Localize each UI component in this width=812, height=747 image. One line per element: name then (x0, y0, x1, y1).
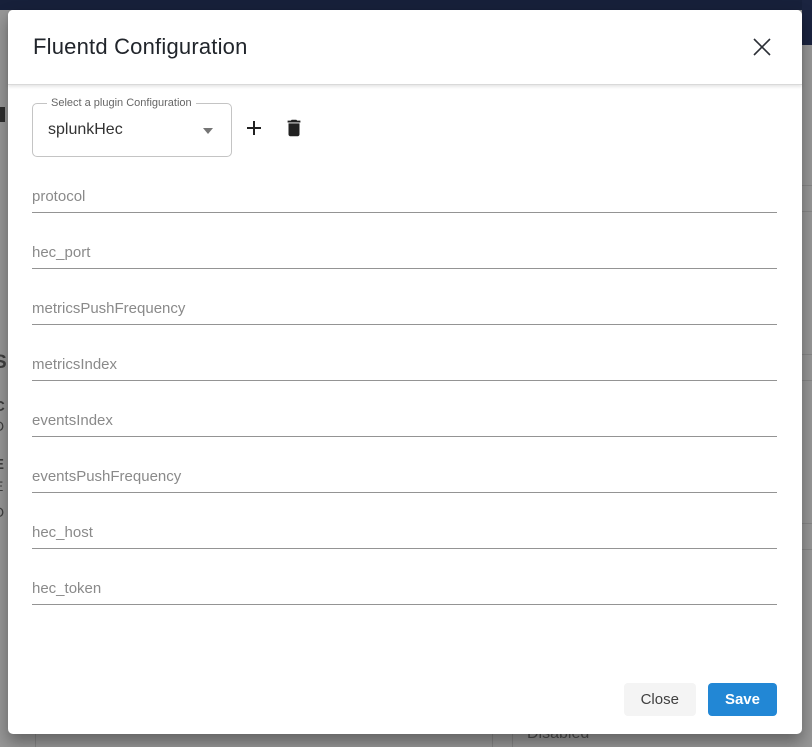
background-text-fragment: S (0, 352, 7, 374)
plugin-select-value: splunkHec (48, 104, 123, 156)
close-icon (751, 36, 773, 58)
background-right-edge (802, 0, 812, 747)
background-table-line (802, 380, 812, 381)
background-left-edge: S C D E E D (0, 10, 8, 747)
background-text-fragment: E (0, 456, 4, 473)
events-push-frequency-input[interactable] (32, 467, 777, 493)
background-app-header-corner (802, 0, 812, 45)
fluentd-configuration-modal: Fluentd Configuration Select a plugin Co… (8, 10, 802, 734)
trash-icon (283, 117, 305, 139)
field-metrics-push-frequency (32, 299, 777, 325)
field-events-push-frequency (32, 467, 777, 493)
field-hec-port (32, 243, 777, 269)
background-table-line (802, 211, 812, 212)
background-text-fragment: D (0, 504, 4, 520)
protocol-input[interactable] (32, 187, 777, 213)
background-table-border (512, 734, 513, 747)
delete-plugin-button[interactable] (278, 112, 310, 144)
background-status-text: Disabled (527, 734, 589, 743)
background-table-border (35, 734, 36, 747)
hec-token-input[interactable] (32, 579, 777, 605)
plugin-configuration-select[interactable]: Select a plugin Configuration splunkHec (32, 103, 232, 157)
background-table-line (802, 523, 812, 524)
field-hec-host (32, 523, 777, 549)
metrics-push-frequency-input[interactable] (32, 299, 777, 325)
close-button[interactable]: Close (624, 683, 696, 716)
background-table-line (802, 354, 812, 355)
background-table-border (492, 734, 493, 747)
metrics-index-input[interactable] (32, 355, 777, 381)
save-button[interactable]: Save (708, 683, 777, 716)
events-index-input[interactable] (32, 411, 777, 437)
background-table-line (802, 549, 812, 550)
background-table-line (802, 185, 812, 186)
background-text-fragment: D (0, 418, 4, 434)
background-text-fragment (0, 107, 5, 122)
background-text-fragment: E (0, 478, 3, 494)
add-plugin-button[interactable] (238, 112, 270, 144)
background-text-fragment: C (0, 398, 5, 415)
background-bottom-edge: Disabled (0, 734, 812, 747)
plus-icon (242, 116, 266, 140)
field-protocol (32, 187, 777, 213)
field-events-index (32, 411, 777, 437)
modal-close-button[interactable] (750, 35, 774, 59)
dropdown-caret-icon (203, 128, 213, 134)
modal-header: Fluentd Configuration (8, 10, 802, 85)
modal-title: Fluentd Configuration (33, 34, 248, 60)
field-hec-token (32, 579, 777, 605)
field-metrics-index (32, 355, 777, 381)
background-app-header-bar (0, 0, 812, 10)
modal-footer: Close Save (624, 683, 777, 716)
hec-host-input[interactable] (32, 523, 777, 549)
hec-port-input[interactable] (32, 243, 777, 269)
